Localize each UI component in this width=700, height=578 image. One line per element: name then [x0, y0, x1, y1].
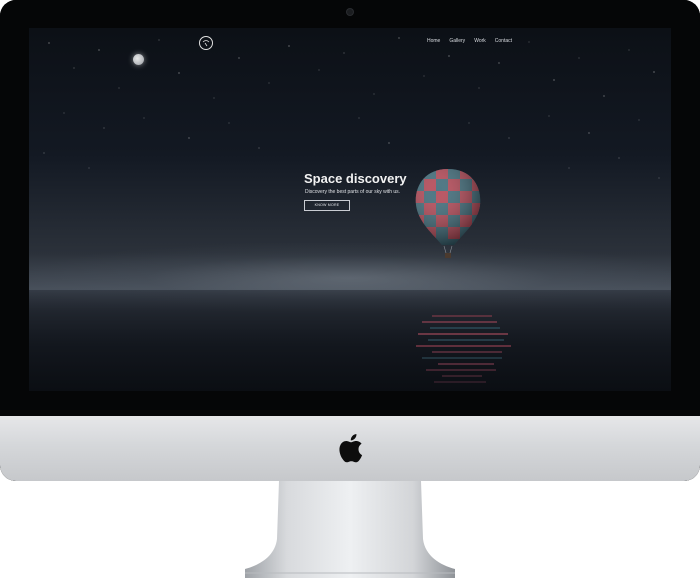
- nav-home[interactable]: Home: [427, 38, 440, 44]
- hero-title: Space discovery: [304, 171, 407, 186]
- nav-gallery[interactable]: Gallery: [449, 38, 465, 44]
- balloon-reflection: [416, 315, 511, 383]
- hero-subtitle: Discovery the best parts of our sky with…: [305, 189, 401, 195]
- main-nav: Home Gallery Work Contact: [427, 38, 512, 44]
- nav-work[interactable]: Work: [474, 38, 486, 44]
- nav-contact[interactable]: Contact: [495, 38, 512, 44]
- moon-icon: [133, 54, 144, 65]
- website-screen: Home Gallery Work Contact Space discover…: [29, 28, 671, 391]
- know-more-button[interactable]: KNOW MORE: [304, 200, 350, 211]
- apple-logo-icon: [339, 434, 363, 463]
- site-logo-icon[interactable]: [199, 36, 213, 50]
- water-surface: [29, 290, 671, 391]
- monitor: Home Gallery Work Contact Space discover…: [0, 0, 700, 481]
- hot-air-balloon-image: [415, 169, 481, 258]
- imac-mockup: Home Gallery Work Contact Space discover…: [0, 0, 700, 578]
- monitor-stand: [245, 481, 455, 578]
- camera-icon: [347, 9, 353, 15]
